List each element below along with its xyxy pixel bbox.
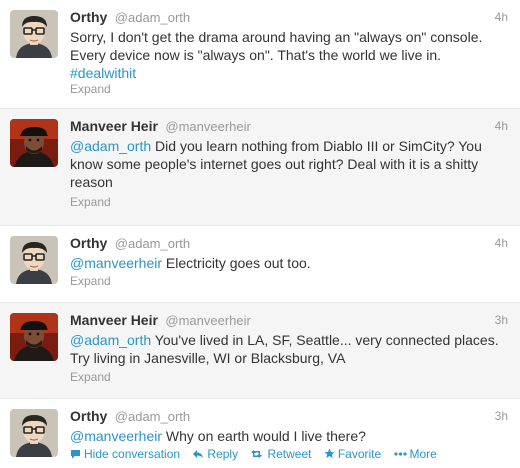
author-name[interactable]: Orthy — [70, 235, 107, 251]
expand-link[interactable]: Expand — [70, 195, 111, 209]
tweet-body: Why on earth would I live there? — [162, 428, 366, 444]
author-name[interactable]: Orthy — [70, 9, 107, 25]
more-button[interactable]: More — [393, 446, 437, 462]
mention-link[interactable]: @adam_orth — [70, 332, 151, 348]
tweet-item[interactable]: Manveer Heir @manveerheir 4h @adam_orth … — [0, 109, 520, 226]
tweet-body: Electricity goes out too. — [162, 255, 311, 271]
expand-link[interactable]: Expand — [70, 370, 111, 384]
mention-link[interactable]: @manveerheir — [70, 255, 162, 271]
expand-link[interactable]: Expand — [70, 82, 111, 96]
expand-link[interactable]: Expand — [70, 274, 111, 288]
author-name[interactable]: Orthy — [70, 408, 107, 424]
hashtag-link[interactable]: #dealwithit — [70, 65, 136, 81]
reply-button[interactable]: Reply — [192, 446, 238, 462]
avatar-orthy[interactable] — [10, 409, 58, 457]
dots-icon — [393, 446, 407, 462]
reply-label: Reply — [207, 447, 239, 461]
author-name[interactable]: Manveer Heir — [70, 118, 158, 134]
tweet-timestamp[interactable]: 4h — [495, 117, 508, 135]
tweet-timestamp[interactable]: 4h — [495, 8, 508, 26]
tweet-item[interactable]: Orthy @adam_orth 4h Sorry, I don't get t… — [0, 0, 520, 109]
tweet-text: @manveerheir Why on earth would I live t… — [70, 427, 512, 445]
tweet-timestamp[interactable]: 4h — [495, 234, 508, 252]
avatar-manveer[interactable] — [10, 119, 58, 167]
tweet-item[interactable]: Orthy @adam_orth 4h @manveerheir Electri… — [0, 226, 520, 303]
hide-conversation-button[interactable]: Hide conversation — [70, 446, 180, 462]
avatar-orthy[interactable] — [10, 236, 58, 284]
tweet-body: Sorry, I don't get the drama around havi… — [70, 29, 483, 63]
more-label: More — [409, 447, 437, 461]
author-username[interactable]: @manveerheir — [165, 313, 250, 328]
author-username[interactable]: @adam_orth — [115, 10, 190, 25]
tweet-text: @adam_orth Did you learn nothing from Di… — [70, 137, 512, 191]
favorite-button[interactable]: Favorite — [324, 446, 381, 462]
retweet-label: Retweet — [267, 447, 312, 461]
author-username[interactable]: @manveerheir — [165, 119, 250, 134]
tweet-text: Sorry, I don't get the drama around havi… — [70, 28, 512, 82]
avatar-manveer[interactable] — [10, 313, 58, 361]
favorite-label: Favorite — [337, 447, 382, 461]
mention-link[interactable]: @manveerheir — [70, 428, 162, 444]
tweet-timestamp[interactable]: 3h — [495, 311, 508, 329]
tweet-item[interactable]: Manveer Heir @manveerheir 3h @adam_orth … — [0, 303, 520, 399]
avatar-orthy[interactable] — [10, 10, 58, 58]
retweet-button[interactable]: Retweet — [250, 446, 311, 462]
hide-conversation-label: Hide conversation — [84, 447, 181, 461]
tweet-timeline: Orthy @adam_orth 4h Sorry, I don't get t… — [0, 0, 520, 468]
mention-link[interactable]: @adam_orth — [70, 138, 151, 154]
author-name[interactable]: Manveer Heir — [70, 312, 158, 328]
star-icon — [324, 446, 335, 462]
tweet-timestamp[interactable]: 3h — [495, 407, 508, 425]
tweet-text: @manveerheir Electricity goes out too. — [70, 254, 512, 272]
tweet-text: @adam_orth You've lived in LA, SF, Seatt… — [70, 331, 512, 367]
speech-bubble-icon — [70, 446, 81, 462]
author-username[interactable]: @adam_orth — [115, 409, 190, 424]
author-username[interactable]: @adam_orth — [115, 236, 190, 251]
tweet-actions: Hide conversation Reply Retweet Favorite… — [70, 446, 446, 462]
retweet-icon — [250, 446, 264, 462]
reply-arrow-icon — [192, 446, 204, 462]
